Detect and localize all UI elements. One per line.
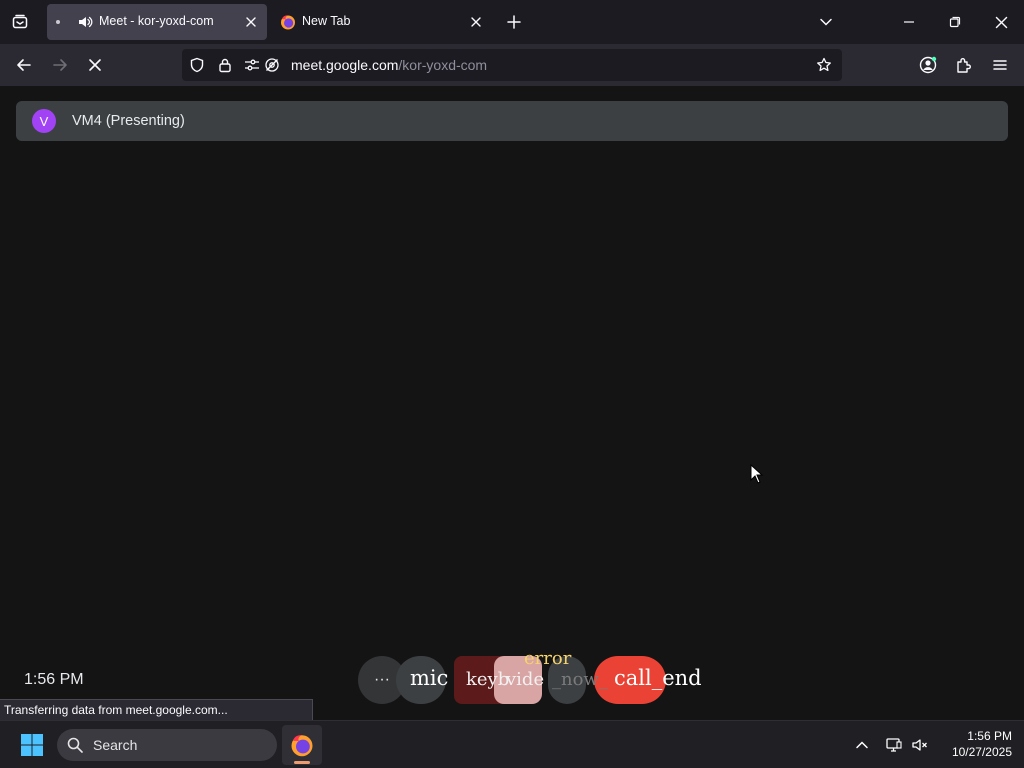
tab-manager-icon (12, 14, 28, 29)
minimize-button[interactable] (886, 0, 932, 44)
account-button[interactable] (912, 49, 944, 81)
stop-loading-button[interactable] (79, 49, 111, 81)
bookmark-button[interactable] (812, 53, 836, 77)
plus-icon (507, 15, 521, 29)
firefox-icon (291, 735, 313, 757)
taskbar-date: 10/27/2025 (951, 745, 1012, 759)
present-now-button[interactable] (548, 656, 586, 704)
more-options-label: ··· (374, 671, 390, 688)
new-tab-button[interactable] (500, 8, 528, 36)
tab-close-button[interactable] (466, 12, 486, 32)
show-hidden-icons-button[interactable] (850, 733, 874, 757)
network-button[interactable] (882, 733, 906, 757)
search-icon (67, 737, 83, 753)
camera-sharing-blocked-icon[interactable] (264, 57, 280, 73)
close-icon (995, 16, 1007, 28)
status-panel: Transferring data from meet.google.com..… (0, 699, 313, 720)
avatar: V (32, 109, 56, 133)
close-icon (246, 17, 256, 27)
speaker-icon[interactable] (77, 14, 93, 30)
url-path: /kor-yoxd-com (398, 57, 488, 73)
call-controls: ··· mic keyb vide error _now_ call_end (356, 648, 702, 706)
site-security-icon[interactable] (217, 57, 233, 73)
permissions-sliders-icon (245, 59, 259, 71)
mouse-cursor-icon (750, 464, 764, 484)
chevron-down-icon (820, 18, 832, 26)
app-menu-button[interactable] (984, 49, 1016, 81)
url-text: meet.google.com/kor-yoxd-com (291, 57, 487, 73)
tracking-protection-icon[interactable] (189, 57, 205, 73)
taskbar-search[interactable]: Search (57, 729, 277, 761)
minimize-icon (904, 21, 914, 23)
close-window-button[interactable] (978, 0, 1024, 44)
taskbar: Search 1:56 PM 10/27/2025 (0, 720, 1024, 768)
back-button[interactable] (8, 49, 40, 81)
tab-attention-dot (56, 20, 60, 24)
meet-page: V VM4 (Presenting) 1:56 PM ··· mic keyb … (0, 86, 1024, 720)
video-button[interactable] (494, 656, 542, 704)
tab-close-button[interactable] (241, 12, 261, 32)
end-call-button[interactable] (594, 656, 666, 704)
account-icon (919, 56, 937, 74)
restore-icon (949, 16, 961, 28)
eye-off-icon (265, 58, 279, 72)
tab-title: Meet - kor-yoxd-com (99, 14, 214, 28)
meeting-clock: 1:56 PM (24, 671, 84, 688)
presenter-label: VM4 (Presenting) (72, 113, 185, 129)
presenter-bar[interactable]: V VM4 (Presenting) (16, 101, 1008, 141)
tab-manager-button[interactable] (4, 6, 36, 38)
taskbar-clock[interactable]: 1:56 PM 10/27/2025 (940, 728, 1012, 760)
tab-title: New Tab (302, 14, 351, 28)
taskbar-time: 1:56 PM (967, 729, 1012, 743)
list-all-tabs-button[interactable] (812, 8, 840, 36)
star-icon (817, 57, 831, 72)
network-icon (886, 738, 902, 752)
tab-new-tab[interactable]: New Tab (276, 4, 492, 40)
tab-strip: Meet - kor-yoxd-com New Tab (0, 0, 1024, 44)
shield-icon (190, 57, 204, 73)
taskbar-firefox[interactable] (282, 725, 322, 765)
puzzle-icon (957, 58, 971, 73)
url-host: meet.google.com (291, 57, 399, 73)
volume-muted-icon (912, 739, 927, 751)
volume-button[interactable] (908, 733, 932, 757)
search-label: Search (93, 737, 138, 753)
tab-meet[interactable]: Meet - kor-yoxd-com (47, 4, 267, 40)
navigation-toolbar: meet.google.com/kor-yoxd-com (0, 44, 1024, 86)
start-button[interactable] (12, 729, 52, 761)
firefox-icon (281, 15, 295, 30)
status-text: Transferring data from meet.google.com..… (4, 703, 228, 717)
windows-logo-icon (21, 734, 43, 756)
hamburger-menu-icon (993, 60, 1007, 70)
arrow-right-icon (53, 59, 67, 71)
forward-button[interactable] (44, 49, 76, 81)
chevron-up-icon (856, 741, 868, 749)
stop-icon (89, 59, 101, 71)
restore-button[interactable] (932, 0, 978, 44)
running-indicator (294, 761, 310, 764)
arrow-left-icon (17, 59, 31, 71)
url-bar[interactable]: meet.google.com/kor-yoxd-com (182, 49, 842, 81)
extensions-button[interactable] (948, 49, 980, 81)
lock-icon (219, 58, 231, 73)
permissions-icon[interactable] (244, 57, 260, 73)
mic-button[interactable] (396, 656, 446, 704)
close-icon (471, 17, 481, 27)
